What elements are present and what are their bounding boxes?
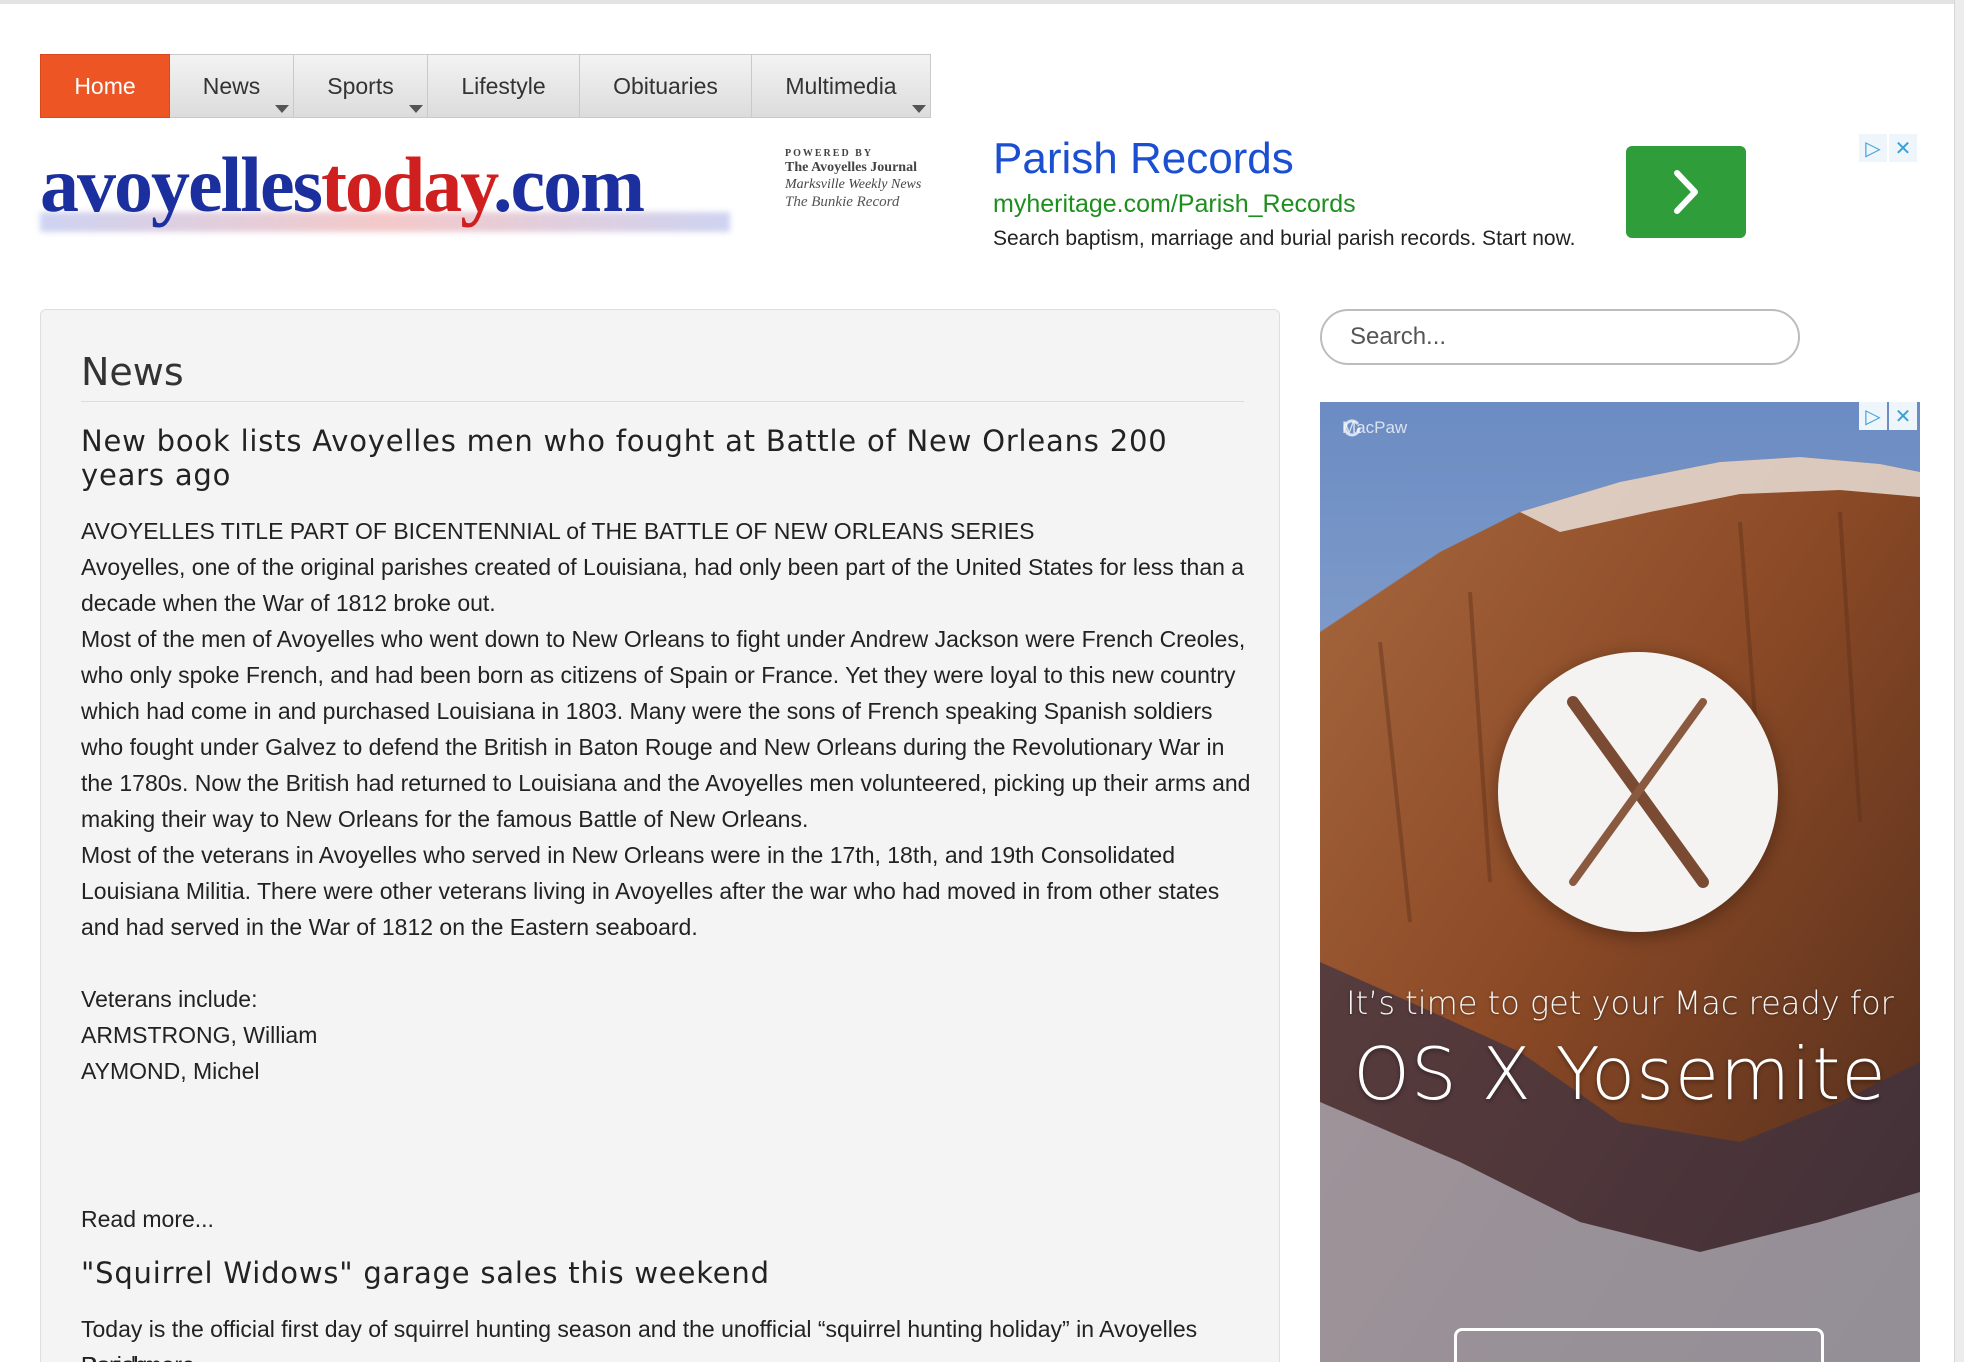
article-paragraph: AVOYELLES TITLE PART OF BICENTENNIAL of … (81, 518, 1035, 544)
veteran-name: ARMSTRONG, William (81, 1022, 318, 1048)
section-title: News (81, 350, 184, 394)
osx-x-logo (1498, 652, 1778, 932)
nav-item-label: Home (74, 72, 136, 99)
macpaw-logo-icon (1343, 419, 1361, 437)
dropdown-caret-icon (275, 105, 289, 113)
adchoices-icon[interactable]: ▷ (1859, 402, 1887, 430)
publication-name: The Bunkie Record (785, 194, 900, 210)
main-nav: Home News Sports Lifestyle Obituaries Mu… (40, 54, 931, 118)
chevron-right-icon (1674, 170, 1698, 214)
ad-title[interactable]: Parish Records (993, 134, 1294, 184)
publication-name: Marksville Weekly News (785, 177, 922, 192)
ad-headline: OS X Yosemite (1353, 1032, 1887, 1116)
veterans-intro: Veterans include: (81, 986, 258, 1012)
nav-item-news[interactable]: News (170, 54, 294, 118)
article-paragraph: Avoyelles, one of the original parishes … (81, 554, 1245, 616)
ad-description: Search baptism, marriage and burial pari… (993, 227, 1576, 250)
parish-records-ad[interactable]: Parish Records myheritage.com/Parish_Rec… (985, 130, 1920, 250)
powered-by-block: POWERED BY The Avoyelles Journal Marksvi… (785, 148, 945, 211)
ad-url[interactable]: myheritage.com/Parish_Records (993, 190, 1356, 219)
news-panel: News New book lists Avoyelles men who fo… (40, 309, 1280, 1362)
nav-item-lifestyle[interactable]: Lifestyle (428, 54, 580, 118)
nav-item-multimedia[interactable]: Multimedia (752, 54, 931, 118)
dropdown-caret-icon (912, 105, 926, 113)
nav-item-label: Multimedia (785, 72, 897, 99)
ad-tagline: It’s time to get your Mac ready for (1346, 984, 1894, 1022)
nav-item-sports[interactable]: Sports (294, 54, 428, 118)
nav-item-label: Sports (327, 72, 394, 99)
dropdown-caret-icon (409, 105, 423, 113)
article-body: Today is the official first day of squir… (81, 1311, 1251, 1362)
article-title-link[interactable]: New book lists Avoyelles men who fought … (81, 424, 1251, 492)
nav-item-label: Obituaries (613, 72, 718, 99)
nav-item-label: News (202, 72, 261, 99)
window-top-edge (0, 0, 1964, 4)
osx-x-icon (1567, 696, 1709, 888)
veteran-name: AYMOND, Michel (81, 1058, 260, 1084)
ad-open-button[interactable] (1626, 146, 1746, 238)
read-more-link[interactable]: Read more... (81, 1206, 214, 1233)
ad-choices-top[interactable]: ▷ ✕ (1857, 134, 1917, 162)
article-paragraph: Today is the official first day of squir… (81, 1316, 1198, 1362)
ad-cta-button[interactable] (1454, 1328, 1824, 1362)
nav-item-home[interactable]: Home (40, 54, 170, 118)
site-logo[interactable]: avoyellestoday.com POWERED BY The Avoyel… (40, 140, 940, 240)
search-input[interactable] (1320, 309, 1800, 365)
article-paragraph: Most of the men of Avoyelles who went do… (81, 626, 1251, 832)
ad-choices-side[interactable]: ▷ ✕ (1857, 402, 1917, 430)
nav-item-obituaries[interactable]: Obituaries (580, 54, 752, 118)
close-icon[interactable]: ✕ (1889, 402, 1917, 430)
logo-part-com: .com (493, 141, 645, 228)
article-body: AVOYELLES TITLE PART OF BICENTENNIAL of … (81, 513, 1251, 1089)
powered-by-label: POWERED BY (785, 148, 874, 159)
article-title-link[interactable]: "Squirrel Widows" garage sales this week… (81, 1256, 1251, 1290)
section-divider (81, 401, 1244, 402)
read-more-link[interactable]: Read more... (81, 1352, 214, 1362)
adchoices-icon[interactable]: ▷ (1859, 134, 1887, 162)
article-paragraph: Most of the veterans in Avoyelles who se… (81, 842, 1220, 940)
logo-part-today: today (320, 141, 495, 228)
yosemite-ad[interactable]: MacPaw It’s time to get your Mac ready f… (1320, 402, 1920, 1362)
scrollbar[interactable] (1954, 0, 1964, 1362)
publication-name: The Avoyelles Journal (785, 160, 917, 175)
macpaw-brand: MacPaw (1342, 418, 1407, 438)
logo-part-avoyelles: avoyelles (40, 141, 323, 228)
logo-wordmark: avoyellestoday.com (40, 140, 645, 230)
nav-item-label: Lifestyle (461, 72, 546, 99)
close-icon[interactable]: ✕ (1889, 134, 1917, 162)
